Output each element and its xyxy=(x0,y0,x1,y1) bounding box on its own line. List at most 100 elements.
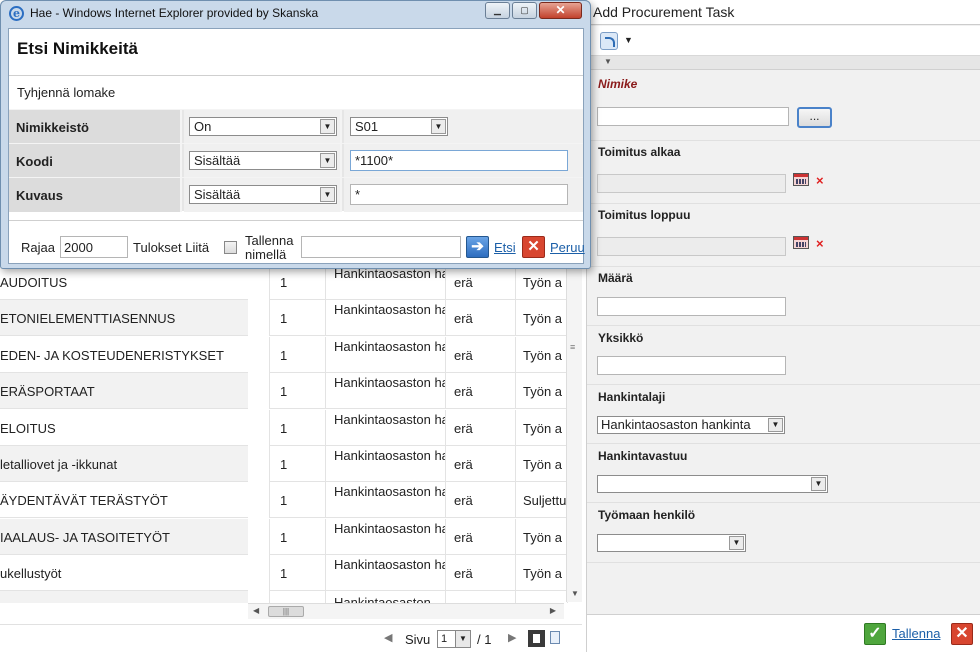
table-row[interactable]: letalliovet ja -ikkunat 1 Hankintaosasto… xyxy=(0,446,568,482)
grid-cell-qty: 1 xyxy=(270,373,326,409)
maara-label: Määrä xyxy=(598,271,633,285)
append-results-checkbox[interactable] xyxy=(224,241,237,254)
grid-cell-status: Työn a xyxy=(516,264,568,300)
window-titlebar[interactable]: e Hae - Windows Internet Explorer provid… xyxy=(1,1,590,26)
table-row[interactable]: Hankintaosaston xyxy=(0,591,568,603)
toimitus-loppuu-label: Toimitus loppuu xyxy=(598,208,691,222)
page-select[interactable]: 1 ▼ xyxy=(437,630,471,648)
tyomaan-henkilo-select[interactable]: ▼ xyxy=(597,534,746,552)
clear-icon[interactable]: × xyxy=(816,173,824,188)
grid-cell-name: ERÄSPORTAAT xyxy=(0,373,248,409)
grid-cell-type: Hankintaosaston hankinta xyxy=(326,482,446,518)
scroll-right-icon[interactable]: ▶ xyxy=(550,606,556,615)
koodi-input[interactable]: *1100* xyxy=(350,150,568,171)
grid-cell-status: Suljettu xyxy=(516,482,568,518)
cancel-link[interactable]: Peruu xyxy=(550,240,585,255)
grid-cell-qty: 1 xyxy=(270,264,326,300)
grid-cell-status: Työn a xyxy=(516,555,568,591)
grid-cell-unit: erä xyxy=(446,264,516,300)
chevron-down-icon: ▼ xyxy=(320,119,335,134)
grid-cell-status: Työn a xyxy=(516,337,568,373)
minimize-button[interactable]: ▁ xyxy=(485,2,510,19)
maara-input[interactable] xyxy=(597,297,786,316)
grid-cell-qty: 1 xyxy=(270,300,326,336)
search-arrow-icon[interactable]: ➔ xyxy=(466,236,489,258)
search-dialog-window: e Hae - Windows Internet Explorer provid… xyxy=(0,0,591,269)
table-row[interactable]: ukellustyöt 1 Hankintaosaston hankinta e… xyxy=(0,555,568,591)
grid-cell-type: Hankintaosaston hankinta xyxy=(326,373,446,409)
grid-cell-unit: erä xyxy=(446,446,516,482)
hankintavastuu-select[interactable]: ▼ xyxy=(597,475,828,493)
operator-select[interactable]: On ▼ xyxy=(189,117,337,136)
yksikko-input[interactable] xyxy=(597,356,786,375)
grid-cell-status: Työn a xyxy=(516,373,568,409)
total-pages: 1 xyxy=(484,632,492,647)
save-as-label: Tallenna nimellä xyxy=(245,233,294,262)
calendar-icon[interactable] xyxy=(793,173,809,186)
page-label: Sivu xyxy=(405,632,431,647)
grid-cell-name: ÄYDENTÄVÄT TERÄSTYÖT xyxy=(0,482,248,518)
chevron-down-icon[interactable]: ▼ xyxy=(624,35,633,45)
nimikkeisto-value: S01 xyxy=(355,119,379,134)
save-link[interactable]: Tallenna xyxy=(892,626,940,641)
limit-label: Rajaa xyxy=(21,240,55,255)
next-page-icon[interactable]: ▶ xyxy=(508,631,516,644)
criteria-label: Koodi xyxy=(9,144,182,178)
save-check-icon[interactable]: ✓ xyxy=(864,623,886,645)
limit-input[interactable]: 2000 xyxy=(60,236,128,258)
panel-collapse-bar[interactable]: ▼ xyxy=(587,56,980,70)
nimike-input[interactable] xyxy=(597,107,789,126)
collapse-arrow-icon: ▼ xyxy=(604,57,612,66)
grid-cell-qty: 1 xyxy=(270,410,326,446)
window-title: Hae - Windows Internet Explorer provided… xyxy=(30,6,319,20)
page-view-icon[interactable] xyxy=(550,631,560,644)
cancel-icon[interactable]: ✕ xyxy=(522,236,545,258)
clear-form-link[interactable]: Tyhjennä lomake xyxy=(17,85,115,100)
pager: ◀ Sivu 1 ▼ / 1 ▶ xyxy=(0,624,582,652)
grid-horizontal-scrollbar[interactable]: ◀ ||| ▶ xyxy=(248,603,564,619)
search-criteria-table: Nimikkeistö On ▼ S01 ▼ Koodi Sisältää ▼ *11… xyxy=(9,109,583,212)
grid-cell-status: Työn a xyxy=(516,300,568,336)
scroll-thumb[interactable]: ||| xyxy=(268,606,304,617)
chevron-down-icon: ▼ xyxy=(768,418,783,432)
save-as-input[interactable] xyxy=(301,236,461,258)
table-row[interactable]: AUDOITUS 1 Hankintaosaston hankinta erä … xyxy=(0,264,568,300)
operator-select[interactable]: Sisältää ▼ xyxy=(189,151,337,170)
criteria-label: Nimikkeistö xyxy=(9,110,182,144)
grid-cell-type: Hankintaosaston hankinta xyxy=(326,337,446,373)
table-row[interactable]: IAALAUS- JA TASOITETYÖT 1 Hankintaosasto… xyxy=(0,519,568,555)
toimitus-loppuu-input[interactable] xyxy=(597,237,786,256)
grid-cell-status: Työn a xyxy=(516,446,568,482)
kuvaus-input[interactable]: * xyxy=(350,184,568,205)
grid-cell-qty xyxy=(270,591,326,603)
table-row[interactable]: EDEN- JA KOSTEUDENERISTYKSET 1 Hankintao… xyxy=(0,337,568,373)
nimikkeisto-select[interactable]: S01 ▼ xyxy=(350,117,448,136)
nimike-label: Nimike xyxy=(598,77,638,91)
search-link[interactable]: Etsi xyxy=(494,240,516,255)
chevron-down-icon: ▼ xyxy=(320,187,335,202)
grid-vertical-scrollbar[interactable]: ≡ ▼ xyxy=(566,262,582,602)
clear-icon[interactable]: × xyxy=(816,236,824,251)
grid-cell-name: letalliovet ja -ikkunat xyxy=(0,446,248,482)
previous-page-icon[interactable]: ◀ xyxy=(384,631,392,644)
calendar-icon[interactable] xyxy=(793,236,809,249)
grid-cell-unit: erä xyxy=(446,482,516,518)
maximize-button[interactable]: ▢ xyxy=(512,2,537,19)
close-icon[interactable]: ✕ xyxy=(951,623,973,645)
scroll-left-icon[interactable]: ◀ xyxy=(253,606,259,615)
table-row[interactable]: ETONIELEMENTTIASENNUS 1 Hankintaosaston … xyxy=(0,300,568,336)
browse-button[interactable]: ... xyxy=(797,107,832,128)
toimitus-alkaa-input[interactable] xyxy=(597,174,786,193)
grid-cell-qty: 1 xyxy=(270,482,326,518)
table-row[interactable]: ÄYDENTÄVÄT TERÄSTYÖT 1 Hankintaosaston h… xyxy=(0,482,568,518)
single-page-view-icon[interactable] xyxy=(528,630,545,647)
operator-select[interactable]: Sisältää ▼ xyxy=(189,185,337,204)
scroll-down-icon[interactable]: ▼ xyxy=(571,589,579,598)
window-close-button[interactable]: ✕ xyxy=(539,2,582,19)
table-row[interactable]: ERÄSPORTAAT 1 Hankintaosaston hankinta e… xyxy=(0,373,568,409)
table-row[interactable]: ELOITUS 1 Hankintaosaston hankinta erä T… xyxy=(0,410,568,446)
operator-value: On xyxy=(194,119,212,134)
refresh-icon[interactable] xyxy=(600,32,618,50)
hankintalaji-select[interactable]: Hankintaosaston hankinta ▼ xyxy=(597,416,785,434)
grid-cell-qty: 1 xyxy=(270,519,326,555)
